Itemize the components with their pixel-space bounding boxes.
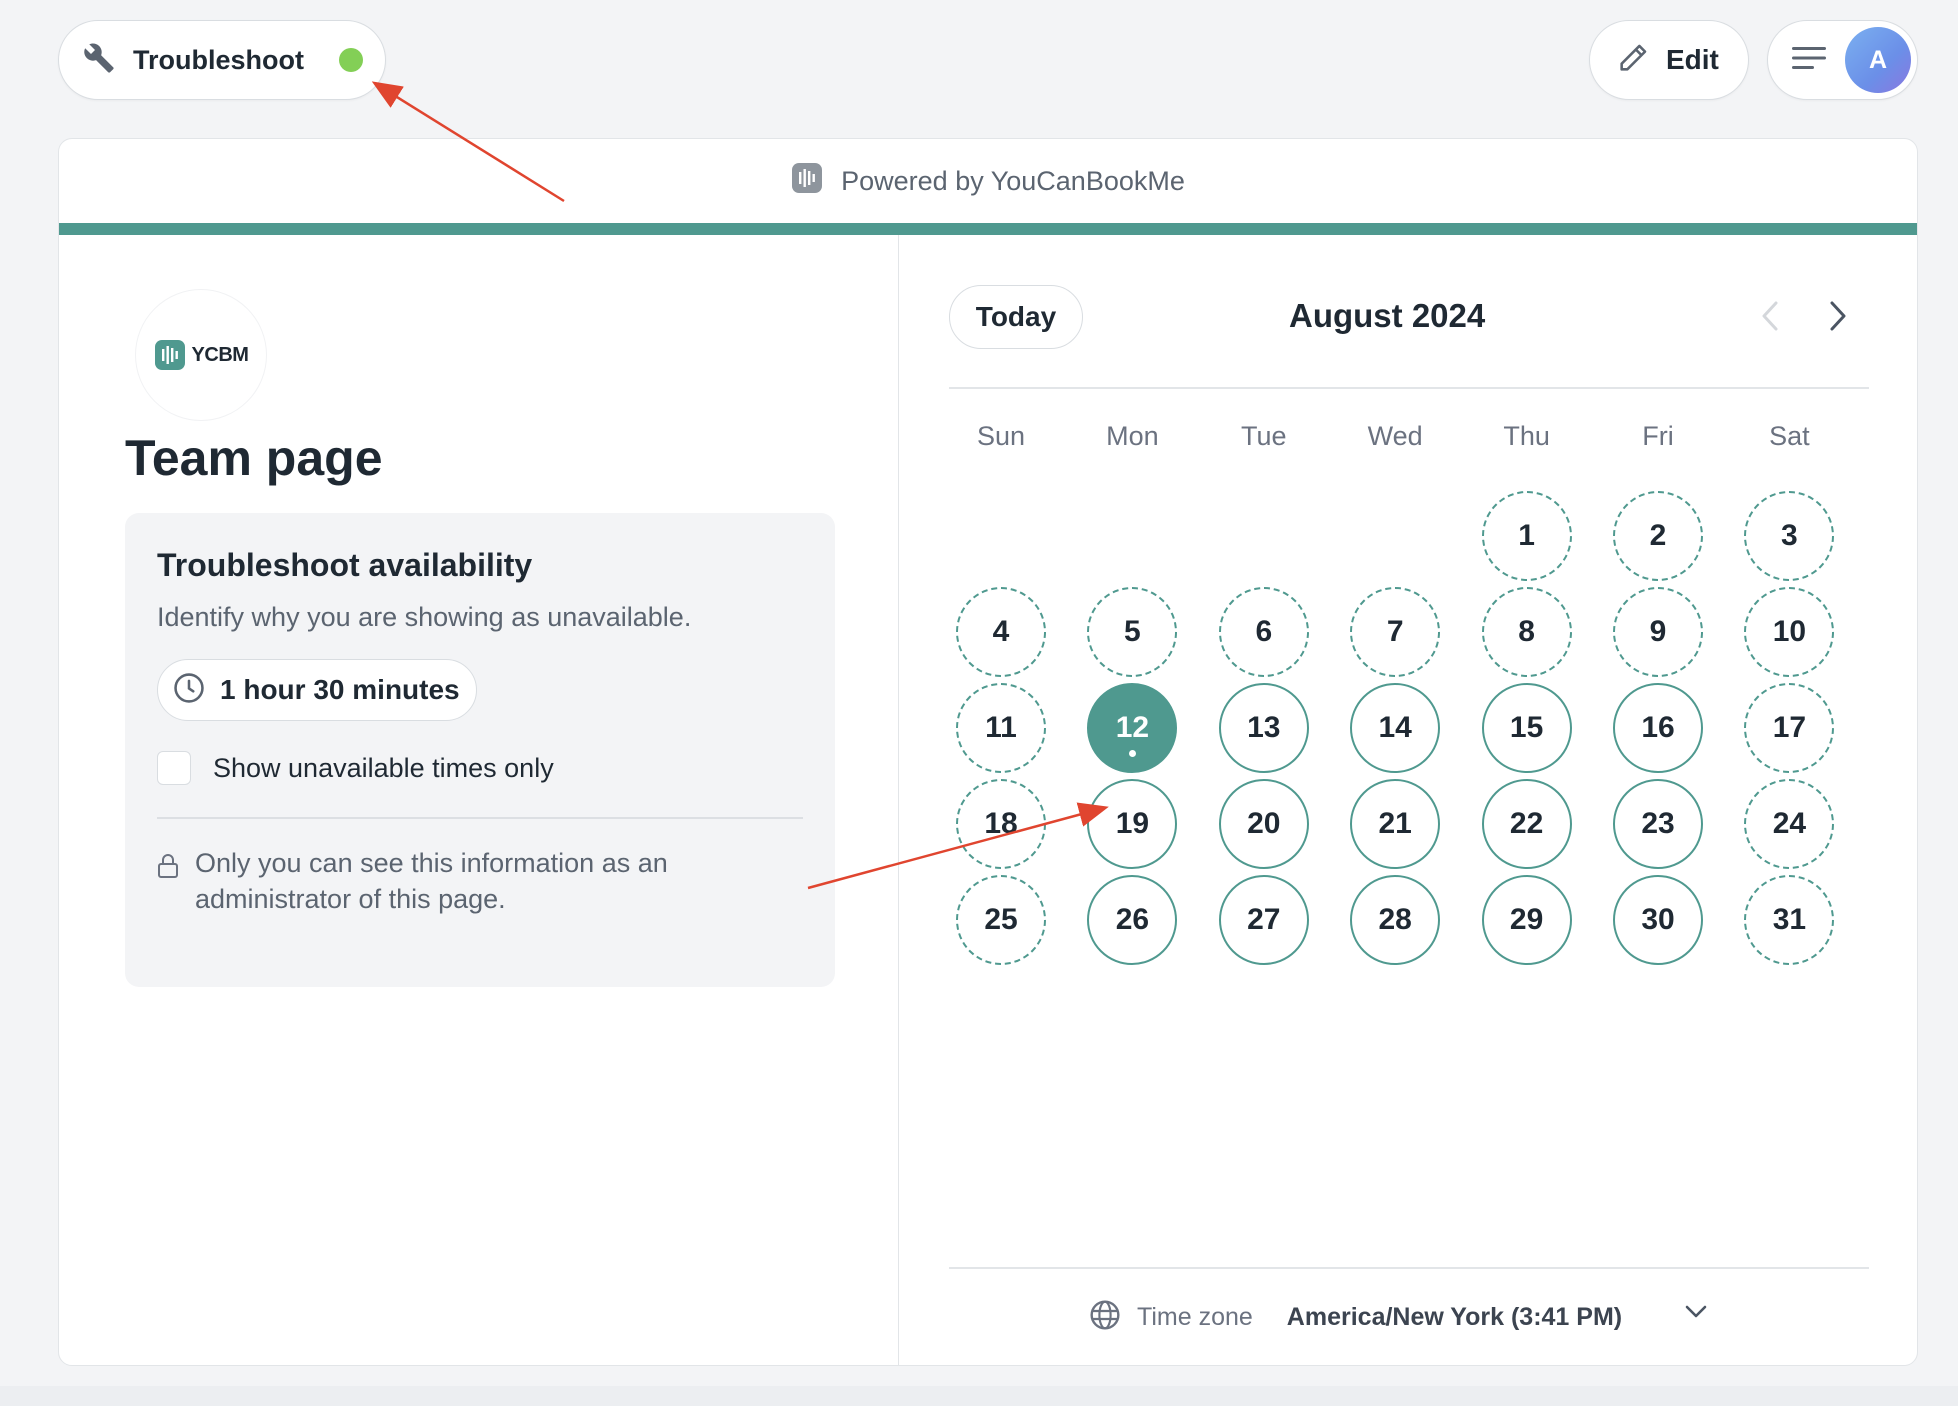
unavailable-only-option[interactable]: Show unavailable times only [157, 751, 803, 785]
page-title: Team page [125, 430, 383, 486]
calendar-day-4[interactable]: 4 [956, 587, 1046, 677]
lock-icon [157, 853, 179, 917]
calendar-day-6[interactable]: 6 [1218, 587, 1309, 677]
calendar-day-14[interactable]: 14 [1350, 683, 1441, 773]
calendar-panel: Today August 2024 Sun Mon Tue Wed Thu Fri Sat … [899, 235, 1917, 1365]
pencil-icon [1616, 41, 1650, 80]
powered-by-text: Powered by YouCanBookMe [841, 165, 1185, 196]
calendar-grid: 1 2 3 4 5 6 7 8 9 10 11 12 13 14 15 16 17 18 19 20 21 22 23 24 2… [949, 235, 1869, 1135]
powered-by-header[interactable]: Powered by YouCanBookMe [59, 139, 1917, 223]
troubleshoot-panel: Troubleshoot availability Identify why y… [125, 513, 835, 987]
accent-bar [59, 223, 1917, 235]
calendar-day-8[interactable]: 8 [1481, 587, 1572, 677]
menu-icon [1792, 45, 1826, 76]
duration-label: 1 hour 30 minutes [220, 674, 460, 705]
calendar-day-23[interactable]: 23 [1613, 779, 1703, 869]
edit-button[interactable]: Edit [1589, 20, 1749, 100]
duration-badge: 1 hour 30 minutes [157, 659, 477, 721]
calendar-day-25[interactable]: 25 [956, 875, 1046, 965]
timezone-divider [949, 1267, 1869, 1269]
calendar-day-9[interactable]: 9 [1613, 587, 1703, 677]
avatar[interactable]: A [1845, 27, 1911, 93]
calendar-day-29[interactable]: 29 [1481, 875, 1572, 965]
calendar-day-22[interactable]: 22 [1481, 779, 1572, 869]
troubleshoot-title: Troubleshoot availability [157, 547, 533, 583]
calendar-day-19[interactable]: 19 [1087, 779, 1178, 869]
account-menu-button[interactable]: A [1767, 20, 1918, 100]
ycbm-bars-icon [791, 162, 823, 201]
calendar-day-17[interactable]: 17 [1744, 683, 1835, 773]
logo-text: YCBM [191, 343, 249, 366]
globe-icon [1089, 1299, 1121, 1336]
calendar-day-5[interactable]: 5 [1087, 587, 1178, 677]
unavailable-only-label[interactable]: Show unavailable times only [213, 753, 554, 784]
calendar-day-24[interactable]: 24 [1744, 779, 1835, 869]
calendar-day-31[interactable]: 31 [1744, 875, 1835, 965]
calendar-day-26[interactable]: 26 [1087, 875, 1178, 965]
calendar-day-18[interactable]: 18 [956, 779, 1046, 869]
calendar-day-selected[interactable]: 12 [1087, 683, 1178, 773]
timezone-label: Time zone [1137, 1303, 1253, 1331]
wrench-icon [83, 42, 115, 79]
troubleshoot-button[interactable]: Troubleshoot [58, 20, 386, 100]
bottom-strip [0, 1386, 1958, 1406]
unavailable-only-checkbox[interactable] [157, 751, 191, 785]
admin-note-text: Only you can see this information as an … [195, 847, 668, 914]
calendar-day-11[interactable]: 11 [956, 683, 1046, 773]
troubleshoot-label: Troubleshoot [133, 44, 304, 75]
calendar-day-10[interactable]: 10 [1744, 587, 1835, 677]
calendar-day-7[interactable]: 7 [1350, 587, 1441, 677]
booking-page-card: Powered by YouCanBookMe YCBM Team page T… [58, 138, 1918, 1366]
status-indicator [339, 48, 363, 72]
left-panel: YCBM Team page Troubleshoot availability… [59, 235, 899, 1365]
timezone-value[interactable]: America/New York (3:41 PM) [1287, 1303, 1622, 1332]
calendar-day-16[interactable]: 16 [1613, 683, 1703, 773]
calendar-day-28[interactable]: 28 [1350, 875, 1441, 965]
edit-label: Edit [1666, 44, 1719, 75]
calendar-day-3[interactable]: 3 [1744, 491, 1835, 581]
calendar-day-20[interactable]: 20 [1218, 779, 1309, 869]
admin-note: Only you can see this information as an … [157, 845, 803, 917]
troubleshoot-divider [157, 817, 803, 819]
calendar-day-1[interactable]: 1 [1481, 491, 1572, 581]
calendar-day-15[interactable]: 15 [1481, 683, 1572, 773]
troubleshoot-subtitle: Identify why you are showing as unavaila… [157, 602, 692, 632]
calendar-day-27[interactable]: 27 [1218, 875, 1309, 965]
ycbm-logo-icon [154, 340, 185, 370]
ycbm-logo: YCBM [135, 289, 267, 421]
chevron-down-icon[interactable] [1683, 1301, 1709, 1326]
calendar-day-2[interactable]: 2 [1613, 491, 1703, 581]
clock-icon [172, 671, 206, 710]
timezone-selector[interactable]: Time zone America/New York (3:41 PM) [1089, 1299, 1622, 1336]
calendar-day-30[interactable]: 30 [1613, 875, 1703, 965]
calendar-day-21[interactable]: 21 [1350, 779, 1441, 869]
calendar-day-13[interactable]: 13 [1218, 683, 1309, 773]
